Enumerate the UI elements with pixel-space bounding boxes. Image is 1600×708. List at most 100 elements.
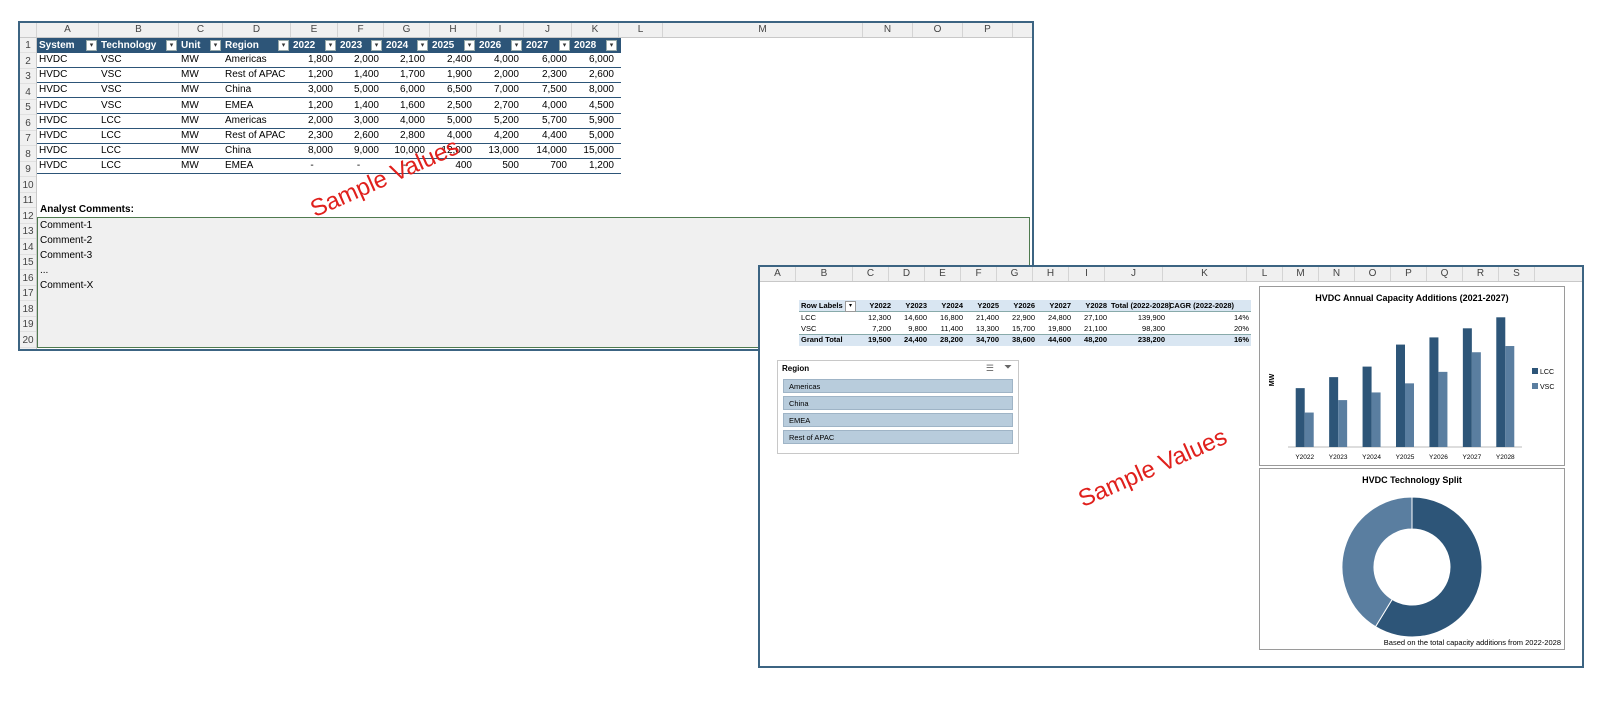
column-header[interactable]: K [1163,267,1247,281]
table-cell[interactable]: 4,400 [524,129,567,143]
table-cell[interactable]: HVDC [39,99,101,113]
row-header[interactable]: 9 [20,162,36,177]
column-header[interactable]: M [1283,267,1319,281]
table-cell[interactable]: 2,000 [291,114,333,128]
table-cell[interactable]: 6,000 [524,53,567,67]
table-cell[interactable]: 2,100 [384,53,425,67]
column-header[interactable]: K [572,23,619,37]
filter-dropdown-icon[interactable]: ▾ [166,40,177,51]
table-cell[interactable]: MW [181,129,225,143]
pivot-cell[interactable]: 21,400 [967,312,999,323]
row-header[interactable]: 18 [20,302,36,317]
row-header[interactable]: 5 [20,100,36,115]
table-cell[interactable]: 2,000 [477,68,519,82]
table-cell[interactable]: 15,000 [572,144,614,158]
clear-filter-icon[interactable]: ⏷ [1004,362,1012,373]
table-cell[interactable]: MW [181,99,225,113]
table-cell[interactable]: 5,700 [524,114,567,128]
table-cell[interactable]: 1,600 [384,99,425,113]
table-cell[interactable]: 2,300 [291,129,333,143]
pivot-total-cell[interactable]: 16% [1169,334,1249,345]
table-cell[interactable]: LCC [101,114,181,128]
table-cell[interactable]: HVDC [39,144,101,158]
table-cell[interactable]: 7,000 [477,83,519,97]
filter-dropdown-icon[interactable]: ▾ [606,40,617,51]
pivot-total-cell[interactable]: Grand Total [801,334,855,345]
slicer-item[interactable]: EMEA [783,413,1013,427]
table-cell[interactable]: HVDC [39,129,101,143]
pivot-cell[interactable]: 9,800 [895,323,927,334]
row-header[interactable]: 14 [20,240,36,255]
column-header[interactable]: O [1355,267,1391,281]
pivot-total-cell[interactable]: 238,200 [1111,334,1165,345]
pivot-cell[interactable]: 7,200 [859,323,891,334]
table-cell[interactable]: 4,200 [477,129,519,143]
table-cell[interactable]: MW [181,144,225,158]
slicer-item[interactable]: China [783,396,1013,410]
pivot-cell[interactable]: 14,600 [895,312,927,323]
table-cell[interactable]: 3,000 [338,114,379,128]
pivot-total-cell[interactable]: 28,200 [931,334,963,345]
column-header[interactable]: H [430,23,477,37]
comment-line[interactable]: Comment-3 [40,248,92,263]
column-header[interactable]: Q [1427,267,1463,281]
table-cell[interactable]: 5,000 [338,83,379,97]
table-cell[interactable]: 6,500 [430,83,472,97]
table-cell[interactable]: VSC [101,83,181,97]
column-header[interactable]: F [961,267,997,281]
row-header[interactable]: 8 [20,147,36,162]
row-header[interactable]: 3 [20,69,36,84]
multi-select-icon[interactable]: ☰ [986,363,994,374]
table-cell[interactable]: 8,000 [572,83,614,97]
row-header[interactable]: 6 [20,116,36,131]
select-all-corner[interactable] [20,23,37,37]
table-cell[interactable]: 2,400 [430,53,472,67]
column-header[interactable]: R [1463,267,1499,281]
table-cell[interactable]: 6,000 [572,53,614,67]
filter-dropdown-icon[interactable]: ▾ [371,40,382,51]
filter-dropdown-icon[interactable]: ▾ [210,40,221,51]
table-cell[interactable]: VSC [101,53,181,67]
table-cell[interactable]: Rest of APAC [225,68,293,82]
row-header[interactable]: 2 [20,54,36,69]
row-header[interactable]: 11 [20,193,36,208]
column-header[interactable]: F [338,23,384,37]
table-cell[interactable]: EMEA [225,159,293,173]
pivot-total-cell[interactable]: 44,600 [1039,334,1071,345]
table-cell[interactable]: 2,700 [477,99,519,113]
table-cell[interactable]: 2,600 [572,68,614,82]
column-header[interactable]: L [1247,267,1283,281]
row-header[interactable]: 12 [20,209,36,224]
table-cell[interactable]: LCC [101,159,181,173]
table-cell[interactable]: 5,900 [572,114,614,128]
pivot-cell[interactable]: 13,300 [967,323,999,334]
row-header[interactable]: 19 [20,317,36,332]
pivot-total-cell[interactable]: 48,200 [1075,334,1107,345]
column-header[interactable]: A [37,23,99,37]
column-header[interactable]: S [1499,267,1535,281]
column-header[interactable]: C [853,267,889,281]
table-cell[interactable]: HVDC [39,114,101,128]
table-cell[interactable]: 7,500 [524,83,567,97]
column-header[interactable]: B [99,23,179,37]
column-header[interactable]: D [223,23,291,37]
column-header[interactable]: P [1391,267,1427,281]
column-header[interactable]: M [663,23,863,37]
pivot-cell[interactable]: 24,800 [1039,312,1071,323]
row-header[interactable]: 17 [20,286,36,301]
column-header[interactable]: B [796,267,853,281]
pivot-cell[interactable]: LCC [801,312,855,323]
table-cell[interactable]: 1,900 [430,68,472,82]
pivot-cell[interactable]: 21,100 [1075,323,1107,334]
pivot-cell[interactable]: 139,900 [1111,312,1165,323]
table-cell[interactable]: MW [181,114,225,128]
pivot-cell[interactable]: 20% [1169,323,1249,334]
filter-dropdown-icon[interactable]: ▾ [464,40,475,51]
filter-dropdown-icon[interactable]: ▾ [86,40,97,51]
pivot-cell[interactable]: 22,900 [1003,312,1035,323]
row-header[interactable]: 10 [20,178,36,193]
pivot-cell[interactable]: 14% [1169,312,1249,323]
column-header[interactable]: G [384,23,430,37]
slicer-item[interactable]: Americas [783,379,1013,393]
table-cell[interactable]: MW [181,68,225,82]
